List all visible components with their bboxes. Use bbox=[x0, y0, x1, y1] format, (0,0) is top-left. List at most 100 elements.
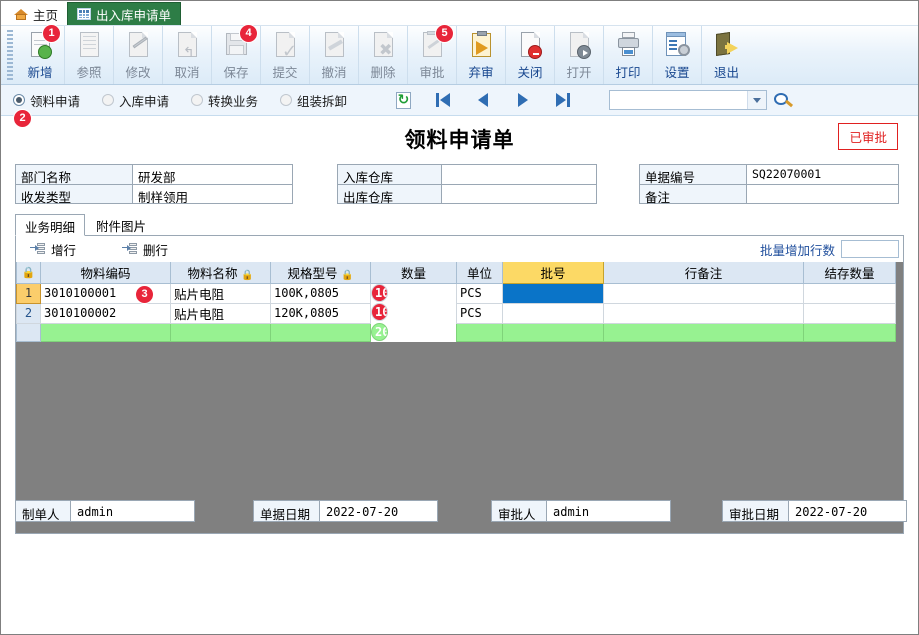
insert-row-icon bbox=[30, 243, 45, 255]
summary-row-number bbox=[16, 322, 41, 342]
delete-row-button[interactable]: 删行 bbox=[122, 240, 168, 259]
delete-row-label: 删行 bbox=[143, 243, 169, 258]
document-header-fields: 部门名称 研发部 收发类型 制样领用 入库仓库 出库仓库 单据编号 SQ2207… bbox=[15, 164, 904, 205]
radio-material-request[interactable]: 领料申请 bbox=[13, 91, 80, 110]
column-quantity[interactable]: 数量 bbox=[370, 262, 457, 284]
cell-unit[interactable]: PCS bbox=[456, 282, 503, 304]
tab-home[interactable]: 主页 bbox=[5, 4, 68, 25]
field-in-warehouse-value[interactable] bbox=[442, 164, 597, 184]
search-filter-icon[interactable] bbox=[774, 90, 796, 110]
cell-quantity[interactable]: 100 bbox=[371, 283, 388, 302]
field-out-warehouse-value[interactable] bbox=[442, 184, 597, 204]
field-receipt-type-value[interactable]: 制样领用 bbox=[133, 184, 293, 204]
cell-row-remark[interactable] bbox=[603, 282, 804, 304]
cell-batch-number[interactable] bbox=[502, 282, 604, 304]
column-material-code[interactable]: 物料编码 bbox=[40, 262, 171, 284]
field-doc-date-value[interactable]: 2022-07-20 bbox=[320, 500, 438, 522]
step-badge-5: 5 bbox=[435, 24, 454, 43]
radio-inbound-request[interactable]: 入库申请 bbox=[102, 91, 169, 110]
cell-material-name[interactable]: 贴片电阻 bbox=[170, 282, 271, 304]
ribbon-button-save[interactable]: 保存 4 bbox=[212, 24, 261, 84]
prev-record-button[interactable] bbox=[463, 87, 503, 113]
ribbon-button-close[interactable]: 关闭 bbox=[506, 26, 555, 84]
field-remark-value[interactable] bbox=[747, 184, 899, 204]
cell-unit[interactable]: PCS bbox=[456, 302, 503, 324]
grid-icon bbox=[77, 8, 92, 20]
edit-pencil-icon bbox=[123, 31, 153, 60]
ribbon-button-reference[interactable]: 参照 bbox=[65, 26, 114, 84]
ribbon-button-reference-label: 参照 bbox=[76, 66, 102, 80]
column-quantity-label: 数量 bbox=[400, 266, 426, 281]
ribbon-button-submit[interactable]: ✓ 提交 bbox=[261, 26, 310, 84]
ribbon-button-settings[interactable]: 设置 bbox=[653, 26, 702, 84]
radio-dot-icon bbox=[13, 94, 25, 106]
cell-material-name[interactable]: 贴片电阻 bbox=[170, 302, 271, 324]
reference-lines-icon bbox=[74, 31, 104, 60]
record-select-combo[interactable] bbox=[609, 90, 768, 110]
column-lock[interactable]: 🔒 bbox=[16, 262, 41, 284]
cell-spec-model[interactable]: 120K,0805 bbox=[270, 302, 371, 324]
column-spec-model[interactable]: 规格型号 🔒 bbox=[270, 262, 371, 284]
chevron-down-icon[interactable] bbox=[747, 91, 767, 109]
close-forbid-icon bbox=[515, 31, 545, 60]
ribbon-button-save-label: 保存 bbox=[223, 66, 249, 80]
column-material-name[interactable]: 物料名称 🔒 bbox=[170, 262, 271, 284]
ribbon-button-delete[interactable]: ✖ 删除 bbox=[359, 26, 408, 84]
first-record-icon bbox=[436, 93, 440, 107]
ribbon-button-exit[interactable]: 退出 bbox=[702, 26, 751, 84]
next-record-icon bbox=[518, 93, 529, 107]
tab-attachment-image[interactable]: 附件图片 bbox=[87, 214, 155, 235]
radio-convert-business-label: 转换业务 bbox=[208, 94, 259, 109]
cell-row-remark[interactable] bbox=[603, 302, 804, 324]
cell-batch-number[interactable] bbox=[502, 302, 604, 324]
column-row-remark[interactable]: 行备注 bbox=[603, 262, 804, 284]
next-record-button[interactable] bbox=[503, 87, 543, 113]
ribbon-button-print[interactable]: 打印 bbox=[604, 26, 653, 84]
ribbon-button-new[interactable]: 新增 1 bbox=[16, 24, 65, 84]
cell-balance-qty[interactable] bbox=[803, 282, 896, 304]
column-material-name-label: 物料名称 bbox=[187, 266, 238, 281]
field-approve-date: 审批日期 2022-07-20 bbox=[722, 500, 907, 522]
detail-grid: 🔒 物料编码 物料名称 🔒 规格型号 🔒 数量 单位 批号 行备注 结存数量 1 bbox=[15, 262, 904, 534]
lock-icon: 🔒 bbox=[341, 269, 354, 281]
ribbon-button-revoke[interactable]: 撤消 bbox=[310, 26, 359, 84]
column-batch-number-label: 批号 bbox=[540, 266, 566, 281]
ribbon-button-unapprove-label: 弃审 bbox=[468, 66, 494, 80]
field-created-by-value[interactable]: admin bbox=[71, 500, 195, 522]
document-body: 领料申请单 已审批 部门名称 研发部 收发类型 制样领用 入库仓库 出库仓库 单… bbox=[1, 116, 918, 534]
ribbon-toolbar: 新增 1 参照 修改 ↰ 取消 保存 4 ✓ 提交 撤消 ✖ 删除 审批 5 弃… bbox=[1, 24, 918, 85]
ribbon-button-cancel[interactable]: ↰ 取消 bbox=[163, 26, 212, 84]
cell-balance-qty[interactable] bbox=[803, 302, 896, 324]
column-batch-number[interactable]: 批号 bbox=[502, 262, 604, 284]
tab-inout-request[interactable]: 出入库申请单 bbox=[67, 2, 182, 25]
field-created-by: 制单人 admin bbox=[15, 500, 195, 522]
batch-add-rows-input[interactable] bbox=[841, 240, 899, 258]
tab-business-detail[interactable]: 业务明细 bbox=[15, 214, 86, 236]
header-block-right: 单据编号 SQ22070001 备注 bbox=[639, 164, 899, 205]
field-remark-label: 备注 bbox=[639, 184, 747, 205]
ribbon-button-modify[interactable]: 修改 bbox=[114, 26, 163, 84]
row-number[interactable]: 1 bbox=[16, 282, 41, 304]
ribbon-button-approve[interactable]: 审批 5 bbox=[408, 24, 457, 84]
first-record-button[interactable] bbox=[423, 87, 463, 113]
cell-material-code[interactable]: 3010100002 bbox=[40, 302, 171, 324]
ribbon-button-open[interactable]: 打开 bbox=[555, 26, 604, 84]
cell-spec-model[interactable]: 100K,0805 bbox=[270, 282, 371, 304]
last-record-button[interactable] bbox=[543, 87, 583, 113]
cell-quantity[interactable]: 100 bbox=[371, 303, 388, 321]
column-balance-qty[interactable]: 结存数量 bbox=[803, 262, 896, 284]
radio-assemble-disassemble[interactable]: 组装拆卸 bbox=[280, 91, 347, 110]
refresh-button[interactable] bbox=[383, 87, 423, 113]
add-row-button[interactable]: 增行 bbox=[30, 240, 76, 259]
table-row[interactable]: 2 3010100002 贴片电阻 120K,0805 100 PCS bbox=[16, 302, 896, 324]
column-unit[interactable]: 单位 bbox=[456, 262, 503, 284]
field-doc-number-value[interactable]: SQ22070001 bbox=[747, 164, 899, 184]
radio-convert-business[interactable]: 转换业务 bbox=[191, 91, 258, 110]
field-approved-by-value[interactable]: admin bbox=[547, 500, 671, 522]
grid-toolbar: 增行 删行 批量增加行数 bbox=[15, 236, 904, 262]
field-department-value[interactable]: 研发部 bbox=[133, 164, 293, 184]
field-in-warehouse: 入库仓库 bbox=[337, 164, 597, 185]
row-number[interactable]: 2 bbox=[16, 302, 41, 324]
field-approve-date-value[interactable]: 2022-07-20 bbox=[789, 500, 907, 522]
ribbon-button-unapprove[interactable]: 弃审 bbox=[457, 26, 506, 84]
